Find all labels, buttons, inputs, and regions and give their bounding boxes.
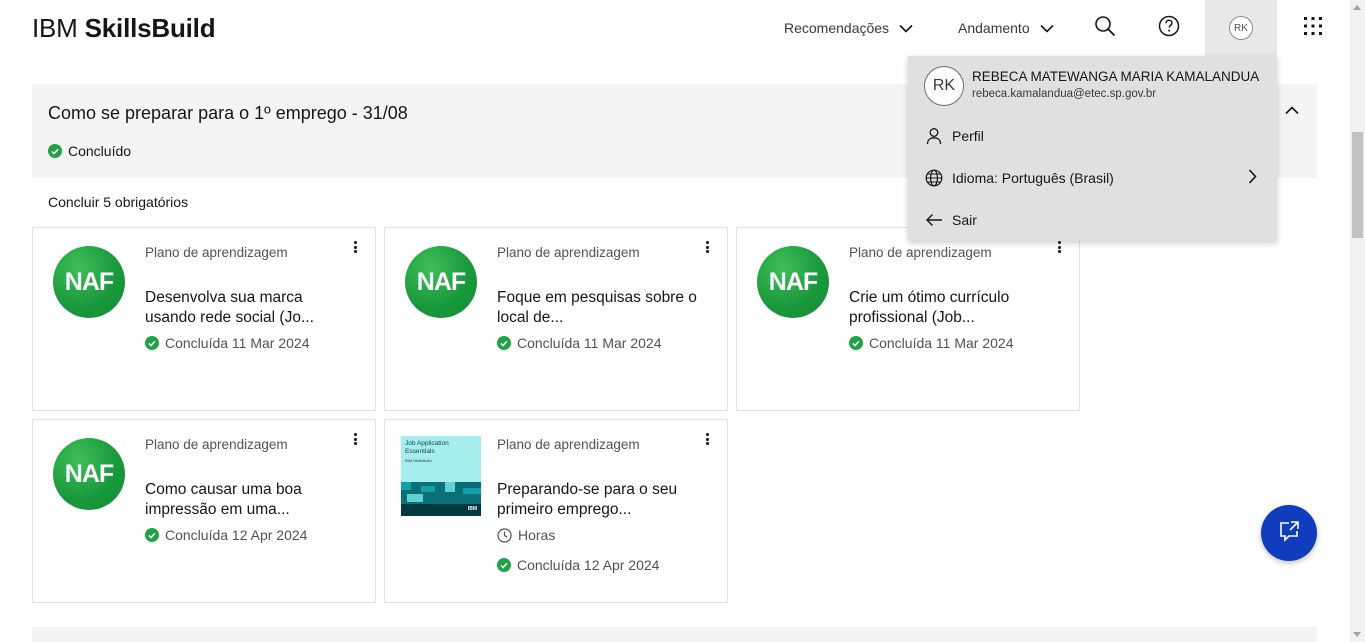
arrow-left-icon bbox=[924, 210, 944, 230]
nav-andamento-label: Andamento bbox=[958, 20, 1030, 36]
chat-launch-icon bbox=[1277, 519, 1301, 548]
section-title: Como se preparar para o 1º emprego - 31/… bbox=[48, 103, 408, 123]
chat-button[interactable] bbox=[1261, 505, 1317, 561]
checkmark-icon bbox=[145, 528, 159, 542]
help-icon bbox=[1158, 15, 1180, 42]
chevron-down-icon bbox=[1040, 24, 1054, 33]
overflow-menu-icon[interactable] bbox=[701, 432, 713, 446]
chevron-up-icon[interactable] bbox=[1285, 102, 1299, 120]
card-kind: Plano de aprendizagem bbox=[497, 245, 640, 260]
brand-logo[interactable]: IBM SkillsBuild bbox=[32, 13, 216, 44]
user-name: REBECA MATEWANGA MARIA KAMALANDUA bbox=[972, 69, 1260, 84]
course-card[interactable]: NAF Plano de aprendizagem Crie um ótimo … bbox=[736, 227, 1080, 411]
avatar: RK bbox=[1229, 16, 1253, 40]
card-completed: Concluída 12 Apr 2024 bbox=[497, 557, 659, 573]
card-kind: Plano de aprendizagem bbox=[497, 437, 640, 452]
scrollbar-thumb bbox=[1352, 132, 1363, 238]
user-icon bbox=[924, 126, 944, 146]
menu-item-sair[interactable]: Sair bbox=[908, 199, 1277, 241]
naf-logo: NAF bbox=[405, 246, 477, 318]
card-kind: Plano de aprendizagem bbox=[145, 245, 288, 260]
overflow-menu-icon[interactable] bbox=[1053, 240, 1065, 254]
naf-logo: NAF bbox=[757, 246, 829, 318]
card-kind: Plano de aprendizagem bbox=[145, 437, 288, 452]
card-title: Crie um ótimo currículo profissional (Jo… bbox=[849, 289, 1010, 326]
naf-logo: NAF bbox=[53, 438, 125, 510]
course-card[interactable]: Job Application Essentials IBM SkillsBui… bbox=[384, 419, 728, 603]
course-card[interactable]: NAF Plano de aprendizagem Foque em pesqu… bbox=[384, 227, 728, 411]
help-button[interactable] bbox=[1137, 0, 1201, 56]
app-switcher-button[interactable] bbox=[1281, 0, 1345, 56]
checkmark-icon bbox=[48, 144, 62, 158]
card-title: Foque em pesquisas sobre o local de... bbox=[497, 289, 697, 326]
overflow-menu-icon[interactable] bbox=[701, 240, 713, 254]
scroll-down-icon bbox=[1353, 632, 1361, 637]
status-label: Concluído bbox=[68, 143, 132, 159]
card-duration: Horas bbox=[497, 527, 555, 543]
checkmark-icon bbox=[497, 558, 511, 572]
card-completed: Concluída 12 Apr 2024 bbox=[145, 527, 307, 543]
card-title: Como causar uma boa impressão em uma... bbox=[145, 481, 302, 518]
overflow-menu-icon[interactable] bbox=[349, 240, 361, 254]
card-completed: Concluída 11 Mar 2024 bbox=[497, 335, 662, 351]
card-title: Desenvolva sua marca usando rede social … bbox=[145, 289, 314, 326]
clock-icon bbox=[497, 527, 512, 543]
course-card[interactable]: NAF Plano de aprendizagem Desenvolva sua… bbox=[32, 227, 376, 411]
nav-recomendacoes[interactable]: Recomendações bbox=[784, 0, 913, 56]
chevron-down-icon bbox=[899, 24, 913, 33]
menu-item-perfil[interactable]: Perfil bbox=[908, 115, 1277, 157]
grid-icon bbox=[1303, 16, 1323, 41]
chevron-right-icon bbox=[1248, 169, 1257, 187]
card-completed: Concluída 11 Mar 2024 bbox=[849, 335, 1014, 351]
search-button[interactable] bbox=[1073, 0, 1137, 56]
search-icon bbox=[1094, 15, 1116, 42]
scroll-up-icon bbox=[1353, 5, 1361, 10]
nav-andamento[interactable]: Andamento bbox=[958, 0, 1054, 56]
course-card[interactable]: NAF Plano de aprendizagem Como causar um… bbox=[32, 419, 376, 603]
menu-item-idioma[interactable]: Idioma: Português (Brasil) bbox=[908, 157, 1277, 199]
profile-menu: RK REBECA MATEWANGA MARIA KAMALANDUA reb… bbox=[908, 56, 1277, 241]
card-completed: Concluída 11 Mar 2024 bbox=[145, 335, 310, 351]
page-scrollbar[interactable] bbox=[1350, 0, 1365, 642]
requirement-label: Concluir 5 obrigatórios bbox=[48, 194, 189, 210]
globe-icon bbox=[924, 168, 944, 188]
naf-logo: NAF bbox=[53, 246, 125, 318]
nav-recomendacoes-label: Recomendações bbox=[784, 20, 890, 36]
next-section-header[interactable] bbox=[32, 627, 1317, 642]
user-email: rebeca.kamalandua@etec.sp.gov.br bbox=[972, 88, 1157, 100]
top-header: IBM SkillsBuild Recomendações Andamento … bbox=[0, 0, 1350, 56]
checkmark-icon bbox=[145, 336, 159, 350]
status-badge: Concluído bbox=[48, 143, 131, 159]
checkmark-icon bbox=[849, 336, 863, 350]
avatar: RK bbox=[924, 66, 964, 106]
overflow-menu-icon[interactable] bbox=[349, 432, 361, 446]
card-kind: Plano de aprendizagem bbox=[849, 245, 992, 260]
profile-button[interactable]: RK bbox=[1205, 0, 1277, 56]
card-title: Preparando-se para o seu primeiro empreg… bbox=[497, 481, 678, 518]
course-thumbnail: Job Application Essentials IBM SkillsBui… bbox=[401, 436, 481, 516]
checkmark-icon bbox=[497, 336, 511, 350]
